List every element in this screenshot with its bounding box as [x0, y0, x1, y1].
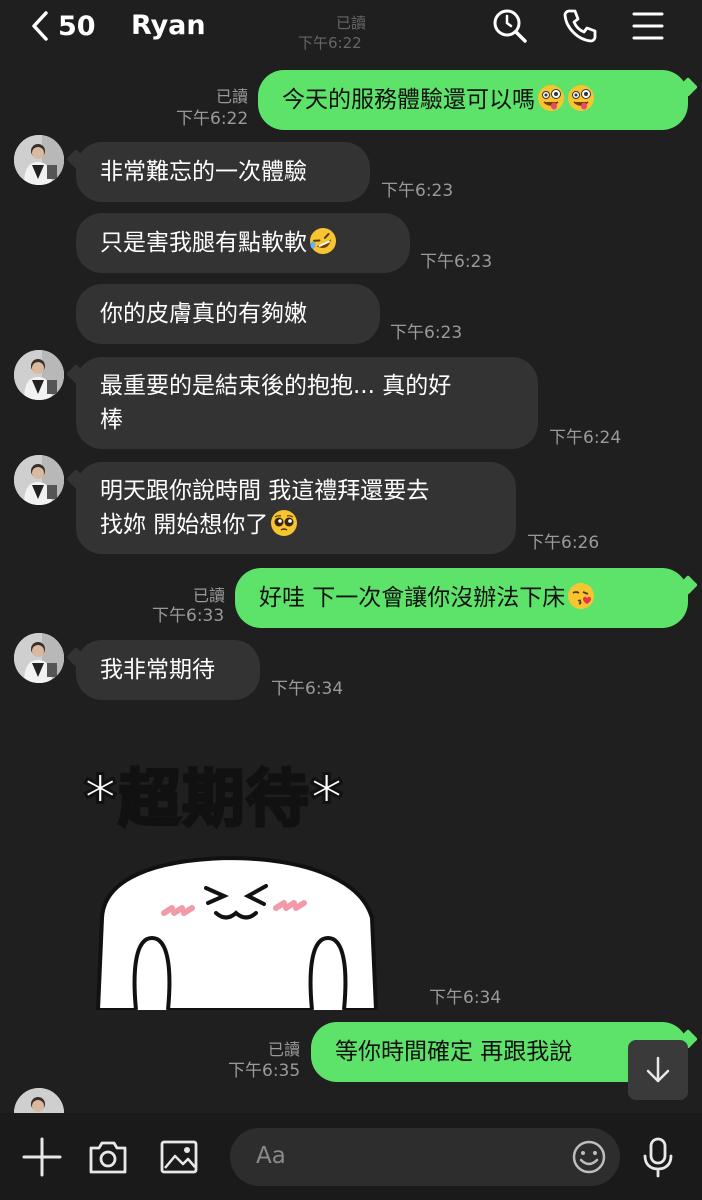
search-button[interactable] — [490, 6, 530, 46]
avatar-photo-icon — [14, 455, 64, 505]
avatar[interactable] — [14, 633, 64, 683]
menu-icon — [632, 12, 664, 40]
message-text-line: 最重要的是結束後的抱抱... 真的好 — [100, 373, 452, 399]
ghost-read-label: 已讀 — [336, 14, 367, 32]
message-input-placeholder: Aa — [256, 1143, 286, 1169]
search-icon — [493, 9, 527, 43]
message-time: 下午6:23 — [390, 323, 463, 343]
message-time: 下午6:26 — [527, 533, 600, 553]
message-text: 今天的服務體驗還可以嗎 — [282, 87, 535, 113]
phone-icon — [563, 9, 597, 43]
message-text-line: 找妳 開始想你了 — [100, 512, 269, 538]
message-text: 非常難忘的一次體驗 — [100, 159, 307, 185]
message-text: 只是害我腿有點軟軟 — [100, 230, 307, 256]
avatar[interactable] — [14, 350, 64, 400]
message-bubble-incoming[interactable]: 最重要的是結束後的抱抱... 真的好 棒 — [76, 357, 538, 449]
camera-icon — [89, 1141, 127, 1174]
message-composer: Aa — [0, 1113, 702, 1200]
avatar-photo-icon — [14, 633, 64, 683]
avatar-photo-icon — [14, 135, 64, 185]
add-button[interactable] — [20, 1135, 64, 1179]
back-chevron-icon — [32, 11, 48, 41]
unread-count: 50 — [58, 10, 96, 42]
message-time: 下午6:34 — [271, 679, 344, 699]
message-bubble-incoming[interactable]: 非常難忘的一次體驗 — [76, 142, 370, 202]
zany-face-icon — [538, 85, 564, 111]
message-time: 下午6:23 — [381, 181, 454, 201]
voice-button[interactable] — [636, 1135, 680, 1179]
message-time: 下午6:23 — [420, 252, 493, 272]
message-bubble-outgoing[interactable]: 好哇 下一次會讓你沒辦法下床 — [235, 568, 688, 628]
gallery-button[interactable] — [157, 1135, 201, 1179]
message-bubble-outgoing[interactable]: 今天的服務體驗還可以嗎 — [258, 70, 688, 130]
chat-header: 已讀 下午6:22 50 Ryan — [0, 0, 702, 52]
chat-title: Ryan — [131, 10, 206, 41]
message-time: 下午6:33 — [152, 606, 225, 626]
message-text: 你的皮膚真的有夠嫩 — [100, 301, 307, 327]
avatar-photo-icon — [14, 350, 64, 400]
emoji-icon[interactable] — [570, 1138, 608, 1176]
message-input[interactable]: Aa — [230, 1128, 620, 1186]
message-text: 我非常期待 — [100, 657, 215, 683]
rofl-face-icon — [310, 228, 336, 254]
zany-face-icon — [568, 85, 594, 111]
message-text: 等你時間確定 再跟我說 — [335, 1039, 573, 1065]
message-time: 下午6:35 — [228, 1061, 301, 1081]
scroll-to-bottom-button[interactable] — [628, 1040, 688, 1100]
ghost-time-label: 下午6:22 — [298, 34, 362, 52]
menu-button[interactable] — [628, 6, 668, 46]
sticker-message[interactable]: *超期待* — [76, 748, 426, 1010]
avatar[interactable] — [14, 135, 64, 185]
camera-button[interactable] — [86, 1135, 130, 1179]
kissing-face-icon — [568, 583, 595, 609]
avatar[interactable] — [14, 455, 64, 505]
plus-icon — [22, 1137, 62, 1177]
message-bubble-incoming[interactable]: 明天跟你說時間 我這禮拜還要去 找妳 開始想你了 — [76, 462, 516, 554]
message-text-line: 棒 — [100, 407, 123, 433]
image-icon — [160, 1140, 198, 1174]
message-bubble-incoming[interactable]: 你的皮膚真的有夠嫩 — [76, 284, 380, 344]
message-text: 好哇 下一次會讓你沒辦法下床 — [259, 585, 566, 611]
mic-icon — [643, 1137, 673, 1178]
pleading-face-icon — [271, 510, 298, 536]
blob-character-sticker-icon — [95, 855, 379, 1010]
scroll-down-icon — [646, 1056, 670, 1083]
message-bubble-incoming[interactable]: 只是害我腿有點軟軟 — [76, 213, 410, 273]
message-bubble-incoming[interactable]: 我非常期待 — [76, 640, 260, 700]
message-time: 下午6:34 — [429, 988, 502, 1008]
message-text-line: 明天跟你說時間 我這禮拜還要去 — [100, 478, 430, 504]
message-time: 下午6:24 — [549, 428, 622, 448]
message-time: 下午6:22 — [176, 109, 249, 129]
back-button[interactable]: 50 — [30, 8, 96, 44]
call-button[interactable] — [560, 6, 600, 46]
